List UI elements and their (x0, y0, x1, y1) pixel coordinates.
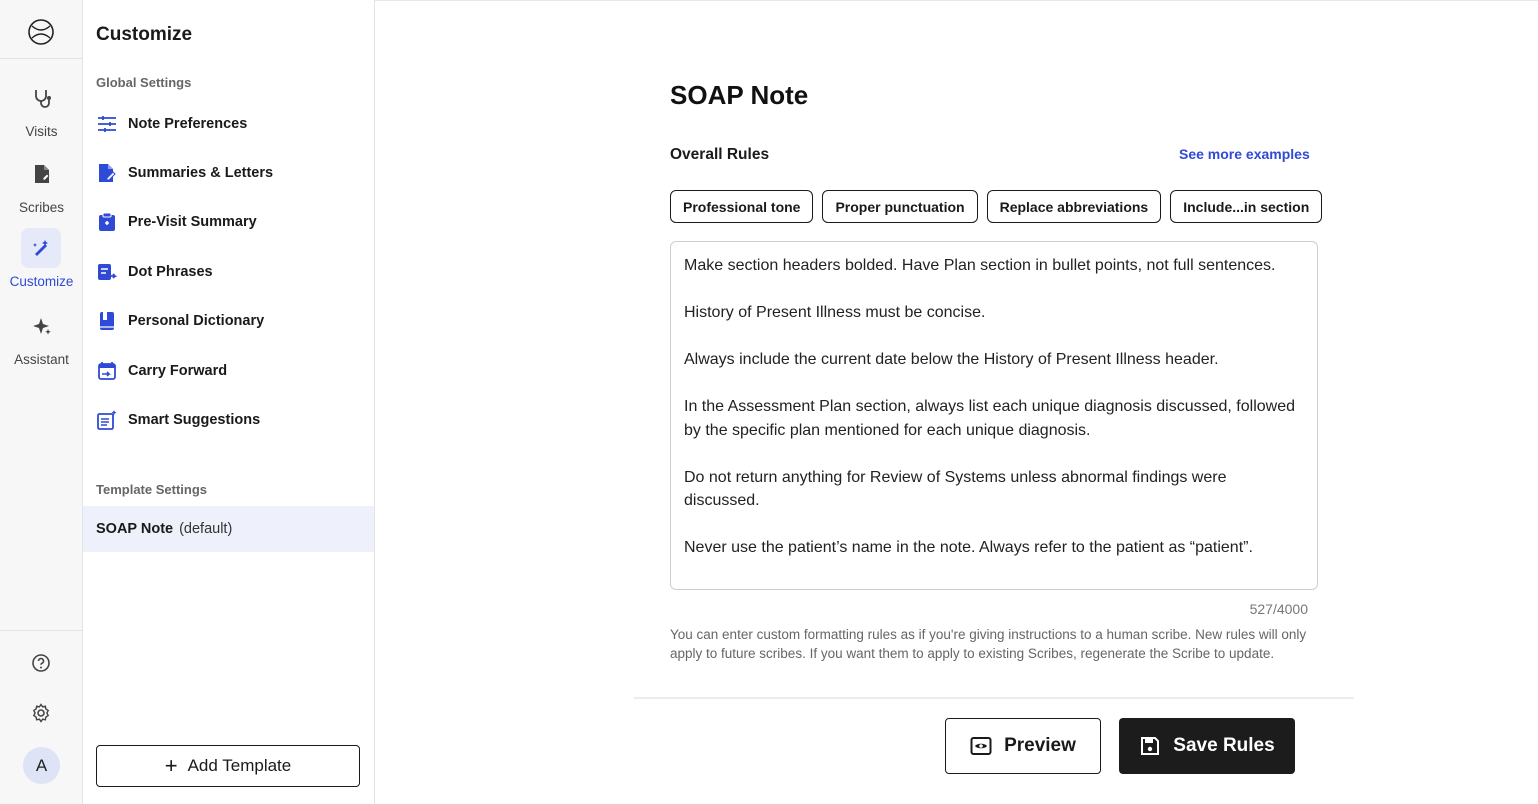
rule-line: Make section headers bolded. Have Plan s… (684, 257, 1276, 274)
book-icon (96, 310, 118, 332)
help-icon[interactable] (31, 653, 51, 673)
rail-divider (0, 630, 83, 631)
rail-divider (0, 58, 83, 59)
menu-item-carry-forward[interactable]: Carry Forward (96, 359, 227, 383)
list-sparkle-icon (96, 409, 118, 431)
menu-item-label: Personal Dictionary (128, 313, 265, 329)
left-rail: Visits Scribes Customize Assistant A (0, 0, 83, 804)
rail-item-label: Scribes (18, 200, 64, 215)
chip-proper-punctuation[interactable]: Proper punctuation (822, 190, 978, 223)
file-edit-icon (22, 154, 62, 194)
sliders-icon (96, 113, 118, 135)
rail-item-assistant[interactable]: Assistant (0, 306, 83, 367)
clipboard-icon (96, 211, 118, 233)
calendar-arrow-icon (96, 360, 118, 382)
menu-item-label: Pre-Visit Summary (128, 214, 257, 230)
global-settings-label: Global Settings (96, 75, 192, 90)
footer-divider (634, 697, 1354, 699)
menu-item-label: Dot Phrases (128, 264, 213, 280)
text-arrow-icon (96, 261, 118, 283)
plus-icon: + (164, 753, 178, 778)
rules-textarea[interactable]: Make section headers bolded. Have Plan s… (670, 241, 1318, 590)
rule-chips: Professional tone Proper punctuation Rep… (670, 190, 1323, 223)
template-default-tag: (default) (179, 521, 233, 537)
menu-item-pre-visit-summary[interactable]: Pre-Visit Summary (96, 210, 257, 234)
menu-item-summaries-letters[interactable]: Summaries & Letters (96, 161, 273, 185)
menu-item-label: Carry Forward (128, 363, 228, 379)
character-counter: 527/4000 (1249, 601, 1308, 617)
help-text: You can enter custom formatting rules as… (670, 627, 1307, 661)
rail-item-label: Assistant (14, 352, 69, 367)
rail-item-label: Visits (25, 124, 58, 139)
save-icon (1139, 735, 1161, 757)
panel-title: Customize (96, 24, 193, 45)
eye-icon (970, 735, 992, 757)
rail-item-scribes[interactable]: Scribes (0, 154, 83, 215)
chip-replace-abbreviations[interactable]: Replace abbreviations (986, 190, 1162, 223)
menu-item-smart-suggestions[interactable]: Smart Suggestions (96, 408, 260, 432)
menu-item-label: Note Preferences (128, 116, 248, 132)
see-more-examples-link[interactable]: See more examples (1179, 146, 1310, 162)
menu-item-note-preferences[interactable]: Note Preferences (96, 112, 247, 136)
template-settings-label: Template Settings (96, 482, 208, 497)
menu-item-label: Summaries & Letters (128, 165, 274, 181)
preview-label: Preview (1004, 735, 1076, 756)
preview-button[interactable]: Preview (945, 718, 1101, 774)
template-name: SOAP Note (96, 521, 174, 537)
chip-include-in-section[interactable]: Include...in section (1170, 190, 1323, 223)
wand-icon (21, 228, 61, 268)
rule-line: Do not return anything for Review of Sys… (684, 468, 1227, 510)
rail-item-label: Customize (9, 274, 74, 289)
customize-panel: Customize Global Settings Note Preferenc… (83, 0, 375, 804)
rule-line: History of Present Illness must be conci… (684, 304, 986, 321)
rail-item-customize[interactable]: Customize (0, 228, 83, 289)
rail-item-visits[interactable]: Visits (0, 78, 83, 139)
avatar[interactable]: A (23, 747, 60, 784)
save-rules-button[interactable]: Save Rules (1119, 718, 1295, 774)
gear-icon[interactable] (31, 703, 51, 723)
sparkle-icon (22, 306, 62, 346)
overall-rules-label: Overall Rules (670, 146, 770, 163)
top-border (375, 0, 1538, 1)
add-template-button[interactable]: + Add Template (96, 745, 360, 787)
document-pen-icon (96, 162, 118, 184)
page-title: SOAP Note (670, 80, 809, 110)
menu-item-dot-phrases[interactable]: Dot Phrases (96, 260, 213, 284)
rule-line: Never use the patient’s name in the note… (684, 539, 1253, 556)
menu-item-label: Smart Suggestions (128, 412, 261, 428)
rule-line: Always include the current date below th… (684, 351, 1219, 368)
stethoscope-icon (22, 78, 62, 118)
app-logo-icon[interactable] (26, 17, 56, 47)
add-template-label: Add Template (187, 756, 292, 775)
template-item-soap-note[interactable]: SOAP Note (default) (83, 506, 374, 552)
menu-item-personal-dictionary[interactable]: Personal Dictionary (96, 309, 264, 333)
chip-professional-tone[interactable]: Professional tone (670, 190, 814, 223)
save-rules-label: Save Rules (1173, 735, 1275, 756)
rule-line: In the Assessment Plan section, always l… (684, 398, 1296, 439)
